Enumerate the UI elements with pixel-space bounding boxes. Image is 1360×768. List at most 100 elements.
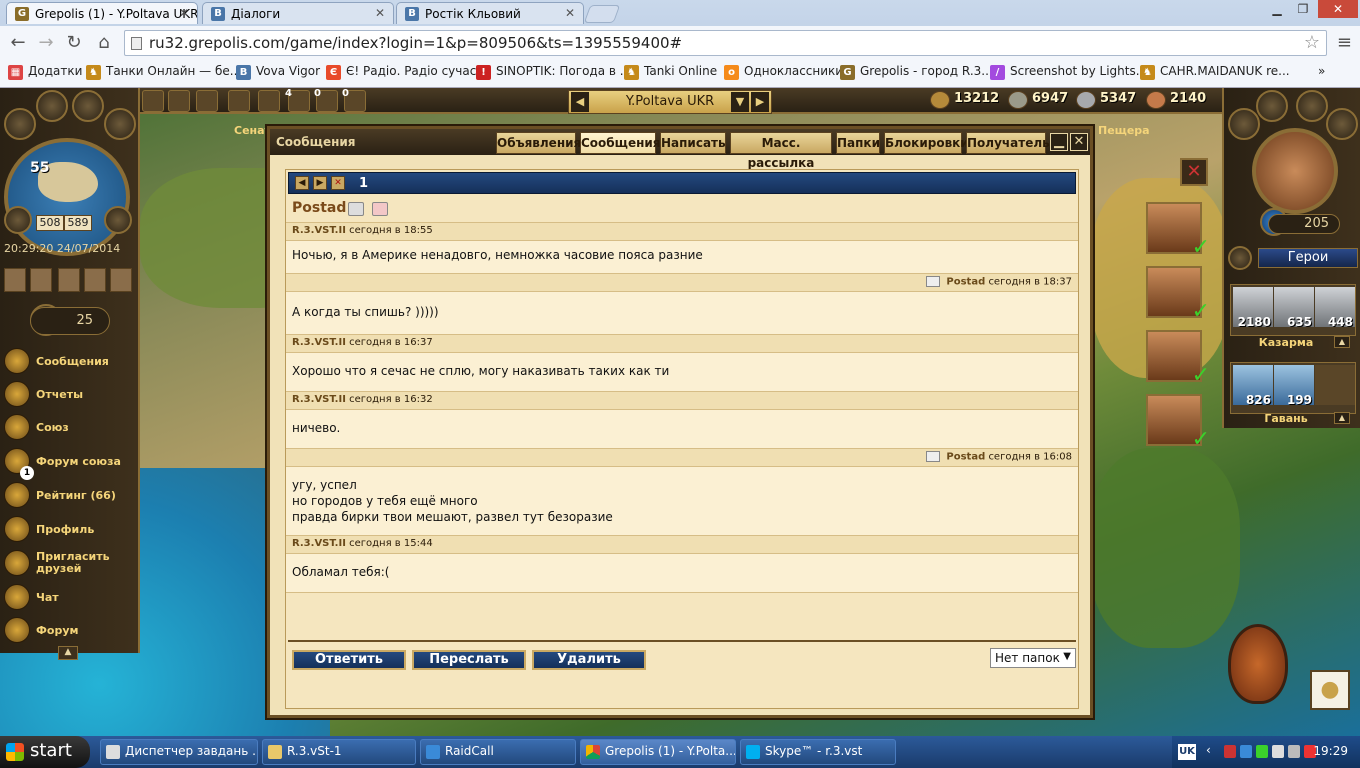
- wiki-icon[interactable]: [1296, 90, 1328, 122]
- god-hera-icon[interactable]: [58, 268, 80, 292]
- prev-town-icon[interactable]: ◀: [571, 92, 589, 112]
- city-overview-icon[interactable]: [104, 108, 136, 140]
- advisor-commander[interactable]: ✓: [1146, 394, 1210, 452]
- next-town-icon[interactable]: ▶: [751, 92, 769, 112]
- chevron-left-icon[interactable]: ‹: [1206, 743, 1218, 757]
- browser-tab-rostik[interactable]: В Ростік Кльовий ✕: [396, 2, 584, 24]
- forward-icon[interactable]: →: [34, 32, 58, 54]
- menu-invite[interactable]: Пригласить друзей: [4, 548, 136, 578]
- close-tab-icon[interactable]: ✕: [375, 6, 385, 20]
- folder-select[interactable]: Нет папок ▼: [990, 648, 1076, 668]
- collapse-menu-icon[interactable]: ▲: [58, 646, 78, 660]
- bookmark-tanki-1[interactable]: ♞ Танки Онлайн — бе...: [86, 64, 241, 80]
- bookmarks-overflow-button[interactable]: »: [1318, 64, 1325, 78]
- close-window-button[interactable]: ✕: [1318, 0, 1358, 18]
- reload-icon[interactable]: ↻: [62, 32, 86, 54]
- goto-icon[interactable]: [4, 206, 32, 234]
- browser-tab-dialogs[interactable]: В Діалоги ✕: [202, 2, 394, 24]
- bookmark-sinoptik[interactable]: ! SINOPTIK: Погода в ...: [476, 64, 631, 80]
- browser-tab-grepolis[interactable]: G Grepolis (1) - Y.Poltava UKR ✕: [6, 2, 198, 24]
- taskbar-task-manager[interactable]: Диспетчер завдань ...: [100, 739, 258, 765]
- tab-announcements[interactable]: Объявления: [496, 132, 581, 154]
- minimize-dialog-icon[interactable]: ▁: [1050, 133, 1068, 151]
- tab-blocks[interactable]: Блокировки: [884, 132, 969, 154]
- bookmark-apps[interactable]: ▦ Додатки: [8, 64, 82, 80]
- bookmark-lightshot[interactable]: / Screenshot by Lights...: [990, 64, 1147, 80]
- bireme-unit[interactable]: 199: [1274, 365, 1314, 407]
- address-bar[interactable]: ru32.grepolis.com/game/index?login=1&p=8…: [124, 30, 1327, 56]
- envelope-icon[interactable]: [348, 202, 364, 216]
- medal-icon[interactable]: ●: [1310, 670, 1350, 710]
- horseman-unit[interactable]: 448: [1315, 287, 1355, 329]
- tab-write[interactable]: Написать: [660, 132, 726, 154]
- bookmark-tanki-2[interactable]: ♞ Tanki Online: [624, 64, 717, 80]
- menu-reports[interactable]: Отчеты: [4, 379, 136, 409]
- bookmark-vova[interactable]: B Vova Vigor: [236, 64, 320, 80]
- minimize-window-button[interactable]: ▁: [1264, 0, 1290, 18]
- browser-menu-icon[interactable]: ≡: [1337, 32, 1352, 53]
- hero-portrait[interactable]: [1252, 128, 1338, 214]
- tab-mass-mail[interactable]: Масс. рассылка: [730, 132, 832, 170]
- close-overlay-icon[interactable]: ✕: [1180, 158, 1208, 186]
- barracks-label[interactable]: Казарма: [1234, 336, 1338, 349]
- menu-forum[interactable]: Форум: [4, 615, 136, 645]
- transport-ship-unit[interactable]: 826: [1233, 365, 1273, 407]
- clock[interactable]: 19:29: [1313, 744, 1348, 758]
- message-author[interactable]: R.3.VST.II: [292, 538, 346, 549]
- message-author[interactable]: R.3.VST.II: [292, 394, 346, 405]
- island-view-icon[interactable]: [36, 90, 68, 122]
- bookmark-maidanuk[interactable]: ♞ CAHR.MAIDANUK re...: [1140, 64, 1290, 80]
- tray-app-icon[interactable]: [1240, 745, 1252, 758]
- globe-icon[interactable]: [4, 108, 36, 140]
- back-icon[interactable]: ←: [6, 32, 30, 54]
- settings-gear-icon[interactable]: [1228, 108, 1260, 140]
- hoplite-unit[interactable]: 2180: [1233, 287, 1273, 329]
- swords-icon[interactable]: [258, 90, 280, 112]
- menu-chat[interactable]: Чат: [4, 582, 136, 612]
- town-selector[interactable]: ◀ Y.Poltava UKR ▼ ▶: [568, 90, 772, 114]
- tab-messages[interactable]: Сообщения: [580, 132, 660, 154]
- taskbar-chrome[interactable]: Grepolis (1) - Y.Polta...: [580, 739, 736, 765]
- harbor-collapse-icon[interactable]: ▲: [1334, 412, 1350, 424]
- advisor-trader[interactable]: ✓: [1146, 266, 1210, 324]
- menu-ranking[interactable]: Рейтинг (66): [4, 480, 136, 510]
- god-athena-icon[interactable]: [84, 268, 106, 292]
- god-zeus-icon[interactable]: [4, 268, 26, 292]
- block-sender-icon[interactable]: [372, 202, 388, 216]
- bookmark-grepolis[interactable]: G Grepolis - город R.3....: [840, 64, 997, 80]
- harbor-label[interactable]: Гавань: [1234, 412, 1338, 425]
- prev-thread-icon[interactable]: ◀: [295, 176, 309, 190]
- city-view-icon[interactable]: [72, 90, 104, 122]
- eye-icon[interactable]: [196, 90, 218, 112]
- close-dialog-icon[interactable]: ✕: [1070, 133, 1088, 151]
- cave-label[interactable]: Пещера: [1098, 124, 1150, 137]
- taskbar-folder[interactable]: R.3.vSt-1: [262, 739, 416, 765]
- maximize-window-button[interactable]: ❐: [1290, 0, 1316, 18]
- hero-toggle-icon[interactable]: [1228, 246, 1252, 270]
- reply-button[interactable]: Ответить: [292, 650, 406, 670]
- message-author[interactable]: Postad: [946, 277, 985, 288]
- coord-y-input[interactable]: 589: [64, 215, 92, 231]
- coord-x-input[interactable]: 508: [36, 215, 64, 231]
- minimap[interactable]: [4, 138, 130, 256]
- close-tab-icon[interactable]: ✕: [179, 6, 189, 20]
- pickaxe-icon[interactable]: [228, 90, 250, 112]
- bookmark-star-icon[interactable]: ☆: [1304, 32, 1320, 53]
- sound-icon[interactable]: [1256, 90, 1288, 122]
- message-author[interactable]: Postad: [946, 452, 985, 463]
- advisor-curator[interactable]: ✓: [1146, 202, 1210, 260]
- new-tab-button[interactable]: [583, 5, 621, 23]
- home-icon[interactable]: ⌂: [92, 32, 116, 54]
- slinger-unit[interactable]: 635: [1274, 287, 1314, 329]
- tray-app-icon[interactable]: [1256, 745, 1268, 758]
- start-button[interactable]: start: [0, 736, 90, 768]
- tab-recipients[interactable]: Получатель: [966, 132, 1050, 154]
- barracks-collapse-icon[interactable]: ▲: [1334, 336, 1350, 348]
- taskbar-skype[interactable]: Skype™ - r.3.vst: [740, 739, 896, 765]
- message-author[interactable]: R.3.VST.II: [292, 337, 346, 348]
- alliance-shield-icon[interactable]: [1228, 624, 1288, 704]
- thread-sender[interactable]: Postad: [292, 200, 346, 216]
- close-thread-icon[interactable]: ✕: [331, 176, 345, 190]
- menu-alliance[interactable]: Союз: [4, 412, 136, 442]
- god-hades-icon[interactable]: [110, 268, 132, 292]
